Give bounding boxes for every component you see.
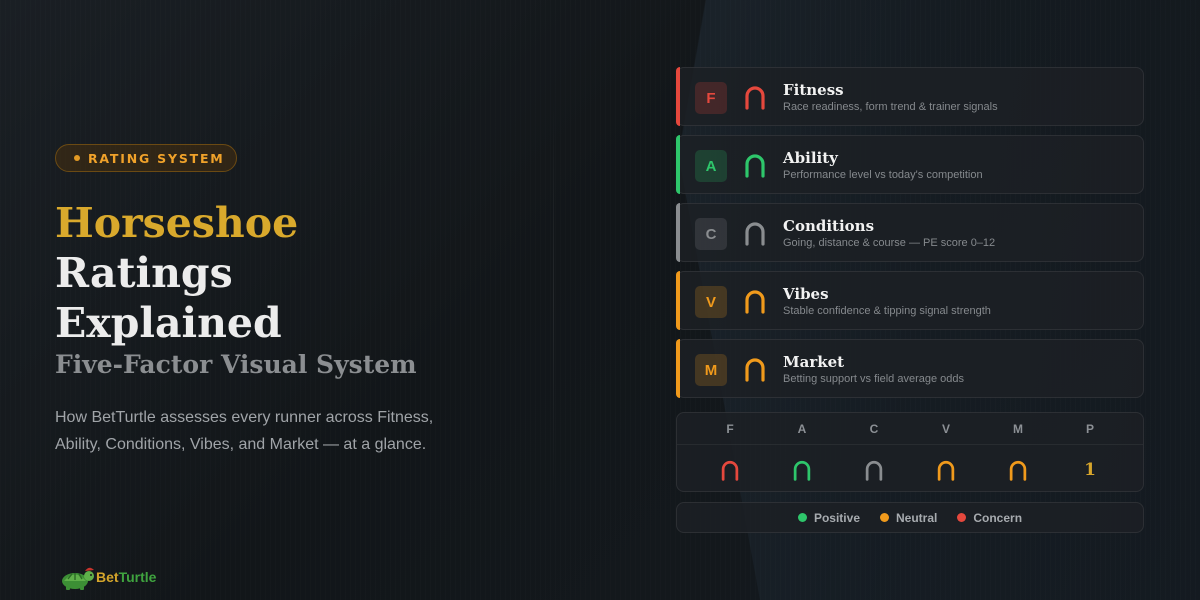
betturtle-logo: BetTurtle <box>58 562 156 592</box>
horseshoe-icon <box>745 358 765 382</box>
summary-cell-a <box>782 457 822 483</box>
factor-card-market: M Market Betting support vs field average … <box>676 339 1144 398</box>
summary-cell-p: 1 <box>1070 457 1110 483</box>
factor-card-fitness: F Fitness Race readiness, form trend & tra… <box>676 67 1144 126</box>
horseshoe-icon <box>745 290 765 314</box>
factor-card-accent <box>676 135 680 194</box>
legend-item-concern: Concern <box>957 511 1022 525</box>
legend-dot-icon <box>957 513 967 522</box>
factor-description: Race readiness, form trend & trainer sig… <box>783 101 998 113</box>
factor-card-accent <box>676 339 680 398</box>
title-line-2: Ratings <box>55 249 233 297</box>
factor-card-accent <box>676 67 680 126</box>
horseshoe-icon <box>793 460 811 481</box>
horseshoe-icon <box>745 86 765 110</box>
summary-header-m: M <box>1013 422 1023 436</box>
factor-name: Ability <box>783 149 838 167</box>
factor-description: Betting support vs field average odds <box>783 373 965 385</box>
summary-cell-c <box>854 457 894 483</box>
summary-header-v: V <box>941 422 950 436</box>
summary-header-a: A <box>797 422 807 436</box>
factor-card-vibes: V Vibes Stable confidence & tipping signal… <box>676 271 1144 330</box>
title-line-1: Horseshoe <box>55 199 299 247</box>
factor-name: Vibes <box>783 285 829 303</box>
factor-description: Performance level vs today's competition <box>783 169 983 181</box>
brand-name-part2: Turtle <box>118 569 157 585</box>
factor-name: Conditions <box>783 217 875 235</box>
page-description: How BetTurtle assesses every runner acro… <box>55 409 434 453</box>
horseshoe-icon <box>937 460 955 481</box>
position-value: 1 <box>1084 460 1096 480</box>
summary-header-p: P <box>1085 422 1094 436</box>
factor-name: Fitness <box>783 81 844 99</box>
summary-header-c: C <box>869 422 879 436</box>
factor-card-accent <box>676 271 680 330</box>
brand-name-part1: Bet <box>96 569 119 585</box>
horseshoe-icon <box>745 154 765 178</box>
factor-description: Stable confidence & tipping signal stren… <box>783 305 991 317</box>
rating-system-badge: RATING SYSTEM <box>55 144 237 172</box>
column-divider <box>553 95 554 505</box>
factor-letter-badge: A <box>695 150 727 182</box>
factor-letter-badge: V <box>695 286 727 318</box>
factor-card-conditions: C Conditions Going, distance & course — PE… <box>676 203 1144 262</box>
title-line-3: Explained <box>55 299 282 347</box>
legend-dot-icon <box>880 513 889 522</box>
legend-label: Concern <box>973 510 1023 525</box>
badge-label: RATING SYSTEM <box>88 150 225 166</box>
turtle-icon <box>62 567 94 590</box>
badge-dot-icon <box>74 155 80 161</box>
summary-table-header: FACVMP <box>677 413 1143 445</box>
summary-cell-v <box>926 457 966 483</box>
legend-dot-icon <box>797 513 807 522</box>
legend-label: Neutral <box>896 510 938 525</box>
factor-card-accent <box>676 203 680 262</box>
factor-name: Market <box>783 353 845 371</box>
summary-header-f: F <box>726 422 734 436</box>
horseshoe-icon <box>745 222 765 246</box>
page-subtitle: Five-Factor Visual System <box>55 350 417 379</box>
factor-letter-badge: M <box>695 354 727 386</box>
horseshoe-icon <box>865 460 883 481</box>
factor-letter-badge: F <box>695 82 727 114</box>
brand-name: BetTurtle <box>96 569 156 585</box>
factor-card-ability: A Ability Performance level vs today's com… <box>676 135 1144 194</box>
summary-table: F A C V M P 1 <box>676 412 1144 492</box>
factor-letter-badge: C <box>695 218 727 250</box>
status-legend: Positive Neutral Concern <box>676 502 1144 533</box>
horseshoe-icon <box>721 460 739 481</box>
page-title: Horseshoe Ratings Explained <box>55 198 298 348</box>
horseshoe-icon <box>1009 460 1027 481</box>
factor-description: Going, distance & course — PE score 0–12 <box>783 237 996 249</box>
summary-cell-m <box>998 457 1038 483</box>
legend-item-positive: Positive <box>797 510 860 525</box>
legend-label: Positive <box>813 510 860 525</box>
summary-cell-f <box>710 457 750 483</box>
legend-item-neutral: Neutral <box>880 511 937 525</box>
